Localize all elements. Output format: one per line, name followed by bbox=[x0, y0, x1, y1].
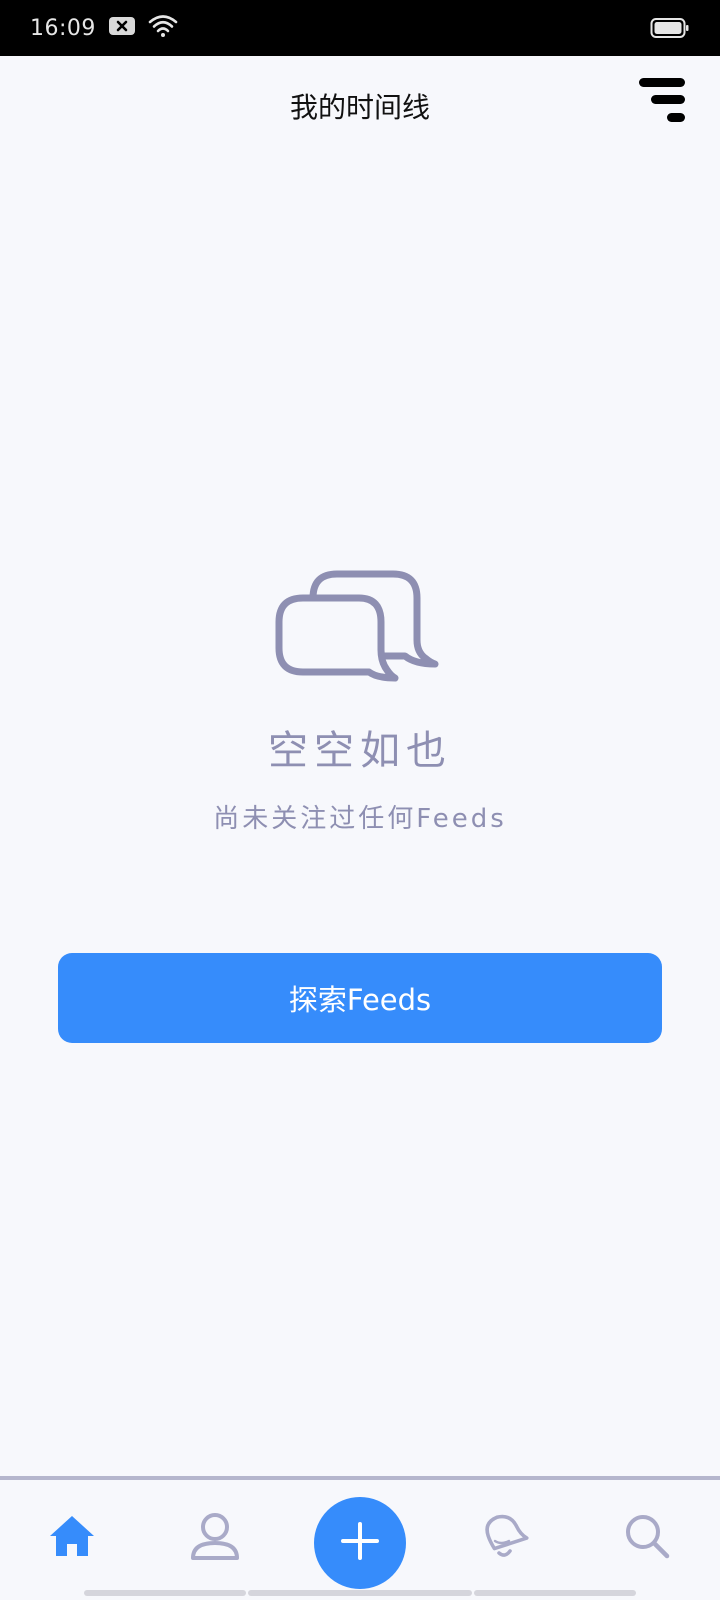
notification-x-icon bbox=[108, 16, 136, 40]
status-time: 16:09 bbox=[30, 15, 96, 41]
home-indicator bbox=[84, 1590, 246, 1596]
nav-notifications[interactable] bbox=[474, 1508, 534, 1568]
bell-icon bbox=[479, 1511, 529, 1565]
page-title: 我的时间线 bbox=[289, 91, 430, 124]
filter-button[interactable] bbox=[638, 78, 688, 128]
explore-feeds-button[interactable]: 探索Feeds bbox=[58, 953, 662, 1043]
empty-title: 空空如也 bbox=[268, 728, 452, 774]
empty-subtitle: 尚未关注过任何Feeds bbox=[213, 804, 507, 834]
battery-icon bbox=[650, 17, 690, 39]
filter-lines-icon bbox=[639, 76, 687, 130]
empty-state: 空空如也 尚未关注过任何Feeds bbox=[0, 570, 720, 835]
nav-search[interactable] bbox=[617, 1508, 677, 1568]
status-bar: 16:09 bbox=[0, 0, 720, 56]
bottom-nav bbox=[0, 1476, 720, 1600]
app-header: 我的时间线 bbox=[0, 56, 720, 156]
wifi-icon bbox=[148, 14, 178, 42]
nav-add-button[interactable] bbox=[314, 1497, 406, 1589]
home-indicator bbox=[474, 1590, 636, 1596]
search-icon bbox=[623, 1512, 671, 1564]
home-icon bbox=[48, 1514, 96, 1562]
home-indicator bbox=[248, 1590, 472, 1596]
nav-profile[interactable] bbox=[185, 1508, 245, 1568]
status-icons bbox=[108, 14, 178, 42]
chat-bubbles-icon bbox=[275, 570, 445, 688]
profile-icon bbox=[190, 1511, 240, 1565]
nav-home[interactable] bbox=[42, 1508, 102, 1568]
plus-icon bbox=[340, 1521, 380, 1565]
